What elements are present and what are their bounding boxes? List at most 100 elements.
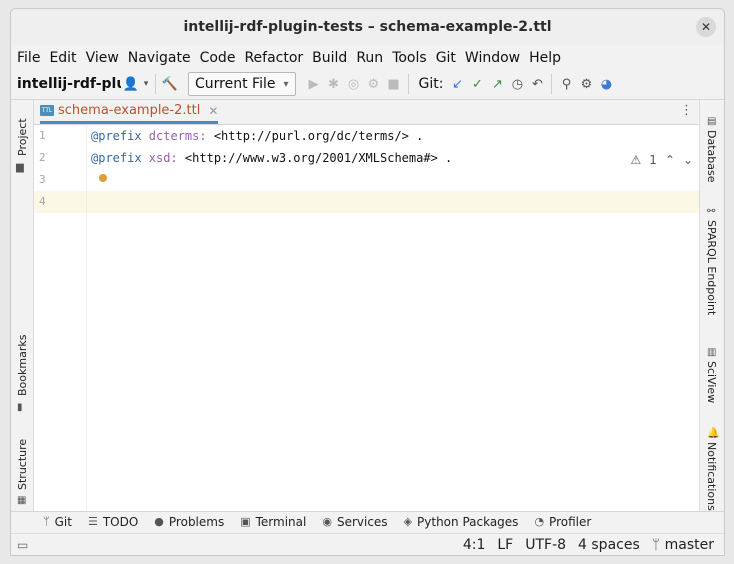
caret-position[interactable]: 4:1 bbox=[463, 537, 486, 553]
tool-terminal-label: Terminal bbox=[255, 514, 307, 529]
code-editor[interactable]: @prefix dcterms: <http://purl.org/dc/ter… bbox=[87, 125, 699, 511]
chevron-up-icon[interactable]: ⌃ bbox=[665, 153, 675, 167]
tool-sciview[interactable]: SciView bbox=[705, 361, 718, 403]
menu-build[interactable]: Build bbox=[312, 50, 347, 66]
git-label: Git: bbox=[418, 76, 444, 92]
services-icon: ◉ bbox=[322, 515, 332, 528]
problems-icon: ● bbox=[154, 515, 164, 528]
debug-icon[interactable]: ✱ bbox=[324, 74, 344, 94]
line-separator[interactable]: LF bbox=[497, 537, 513, 553]
chevron-down-icon[interactable]: ⌄ bbox=[683, 153, 693, 167]
line-number: 3 bbox=[39, 173, 46, 186]
editor-tab-strip: TTL schema-example-2.ttl ✕ ⋮ bbox=[34, 100, 699, 125]
toolbar-divider bbox=[551, 74, 553, 94]
menu-navigate[interactable]: Navigate bbox=[128, 50, 191, 66]
editor-area: TTL schema-example-2.ttl ✕ ⋮ 1 2 3 4 @pr… bbox=[34, 100, 699, 511]
branch-icon: ᛘ bbox=[651, 537, 665, 553]
tool-notifications-label: Notifications bbox=[705, 442, 718, 511]
run-config-label: Current File bbox=[195, 76, 276, 92]
code-line[interactable] bbox=[87, 169, 699, 191]
window-title: intellij-rdf-plugin-tests – schema-examp… bbox=[183, 19, 552, 35]
git-update-icon[interactable]: ↙ bbox=[447, 74, 467, 94]
ide-window: intellij-rdf-plugin-tests – schema-examp… bbox=[10, 8, 725, 556]
code-line-current[interactable] bbox=[87, 191, 699, 213]
menu-file[interactable]: File bbox=[17, 50, 40, 66]
ttl-file-icon: TTL bbox=[40, 105, 54, 116]
project-name[interactable]: intellij-rdf-plugin-tests bbox=[17, 76, 121, 92]
gear-icon[interactable]: ⚙ bbox=[576, 74, 596, 94]
code-line[interactable]: @prefix xsd: <http://www.w3.org/2001/XML… bbox=[87, 147, 699, 169]
line-number: 1 bbox=[39, 129, 46, 142]
tool-project[interactable]: Project bbox=[16, 118, 29, 156]
status-widgets: 4:1 LF UTF-8 4 spaces ᛘ master bbox=[463, 537, 714, 553]
git-commit-icon[interactable]: ✓ bbox=[467, 74, 487, 94]
coverage-icon[interactable]: ◎ bbox=[344, 74, 364, 94]
menu-refactor[interactable]: Refactor bbox=[244, 50, 303, 66]
jetbrains-logo-icon[interactable]: ◕ bbox=[596, 74, 616, 94]
chevron-down-icon[interactable]: ▾ bbox=[141, 74, 151, 94]
sparql-icon: ⚯ bbox=[707, 206, 716, 217]
search-icon[interactable]: ⚲ bbox=[556, 74, 576, 94]
user-icon[interactable]: 👤 bbox=[121, 74, 141, 94]
file-encoding[interactable]: UTF-8 bbox=[525, 537, 566, 553]
title-bar: intellij-rdf-plugin-tests – schema-examp… bbox=[11, 9, 724, 45]
iri: <http://www.w3.org/2001/XMLSchema#> . bbox=[177, 151, 453, 165]
tool-python-packages[interactable]: ◈ Python Packages bbox=[404, 515, 519, 529]
menu-run[interactable]: Run bbox=[356, 50, 383, 66]
tool-terminal[interactable]: ▣ Terminal bbox=[240, 515, 306, 529]
build-hammer-icon[interactable]: 🔨 bbox=[160, 74, 180, 94]
list-icon: ☰ bbox=[87, 515, 98, 528]
tool-profiler[interactable]: ◔ Profiler bbox=[534, 515, 591, 529]
stop-icon[interactable]: ■ bbox=[384, 74, 404, 94]
tool-python-packages-label: Python Packages bbox=[417, 514, 519, 529]
tool-todo[interactable]: ☰ TODO bbox=[88, 515, 138, 529]
close-icon[interactable]: ✕ bbox=[696, 17, 716, 37]
tool-git[interactable]: ᛘ Git bbox=[43, 515, 72, 529]
tool-bookmarks[interactable]: Bookmarks bbox=[16, 335, 29, 396]
tool-services[interactable]: ◉ Services bbox=[322, 515, 387, 529]
git-push-icon[interactable]: ↗ bbox=[487, 74, 507, 94]
bell-icon: 🔔 bbox=[707, 428, 720, 439]
menu-git[interactable]: Git bbox=[436, 50, 456, 66]
sciview-icon: ▥ bbox=[707, 347, 717, 358]
close-tab-icon[interactable]: ✕ bbox=[208, 104, 218, 118]
tool-database[interactable]: Database bbox=[705, 130, 718, 183]
code-line[interactable]: @prefix dcterms: <http://purl.org/dc/ter… bbox=[87, 125, 699, 147]
terminal-icon: ▣ bbox=[240, 515, 251, 528]
more-run-icon[interactable]: ⚙ bbox=[364, 74, 384, 94]
prefix-name: xsd: bbox=[141, 151, 178, 165]
menu-help[interactable]: Help bbox=[529, 50, 561, 66]
tool-notifications[interactable]: Notifications bbox=[705, 442, 718, 511]
toggle-tool-windows-icon[interactable]: ▭ bbox=[17, 538, 28, 552]
indent-setting[interactable]: 4 spaces bbox=[578, 537, 640, 553]
inspection-widget[interactable]: ⚠ 1 ⌃ ⌄ bbox=[630, 153, 693, 167]
menu-bar: File Edit View Navigate Code Refactor Bu… bbox=[11, 47, 724, 69]
git-rollback-icon[interactable]: ↶ bbox=[527, 74, 547, 94]
tool-sparql-endpoint[interactable]: SPARQL Endpoint bbox=[705, 220, 718, 315]
editor-tab[interactable]: TTL schema-example-2.ttl ✕ bbox=[40, 100, 219, 124]
run-config-selector[interactable]: Current File ▾ bbox=[188, 72, 296, 96]
tool-profiler-label: Profiler bbox=[549, 514, 592, 529]
main-toolbar: intellij-rdf-plugin-tests 👤 ▾ 🔨 Current … bbox=[11, 70, 724, 98]
menu-window[interactable]: Window bbox=[465, 50, 520, 66]
git-history-icon[interactable]: ◷ bbox=[507, 74, 527, 94]
folder-icon: ▆ bbox=[16, 162, 24, 173]
structure-icon: ▦ bbox=[17, 495, 27, 506]
lightbulb-icon[interactable] bbox=[99, 174, 107, 182]
left-tool-strip: Project ▆ Bookmarks ▮ Structure ▦ bbox=[11, 100, 34, 511]
tool-structure[interactable]: Structure bbox=[16, 439, 29, 490]
menu-tools[interactable]: Tools bbox=[392, 50, 427, 66]
menu-edit[interactable]: Edit bbox=[49, 50, 76, 66]
more-vertical-icon[interactable]: ⋮ bbox=[680, 103, 693, 118]
main-area: Project ▆ Bookmarks ▮ Structure ▦ TTL sc… bbox=[11, 99, 724, 512]
inspection-count: 1 bbox=[649, 153, 657, 167]
tool-problems[interactable]: ● Problems bbox=[154, 515, 224, 529]
warning-icon: ⚠ bbox=[630, 153, 642, 167]
iri: <http://purl.org/dc/terms/> . bbox=[206, 129, 424, 143]
line-number-gutter: 1 2 3 4 bbox=[34, 125, 87, 511]
menu-view[interactable]: View bbox=[86, 50, 119, 66]
editor-tab-label: schema-example-2.ttl bbox=[58, 103, 201, 118]
run-icon[interactable]: ▶ bbox=[304, 74, 324, 94]
git-branch[interactable]: ᛘ master bbox=[652, 537, 714, 553]
menu-code[interactable]: Code bbox=[200, 50, 236, 66]
